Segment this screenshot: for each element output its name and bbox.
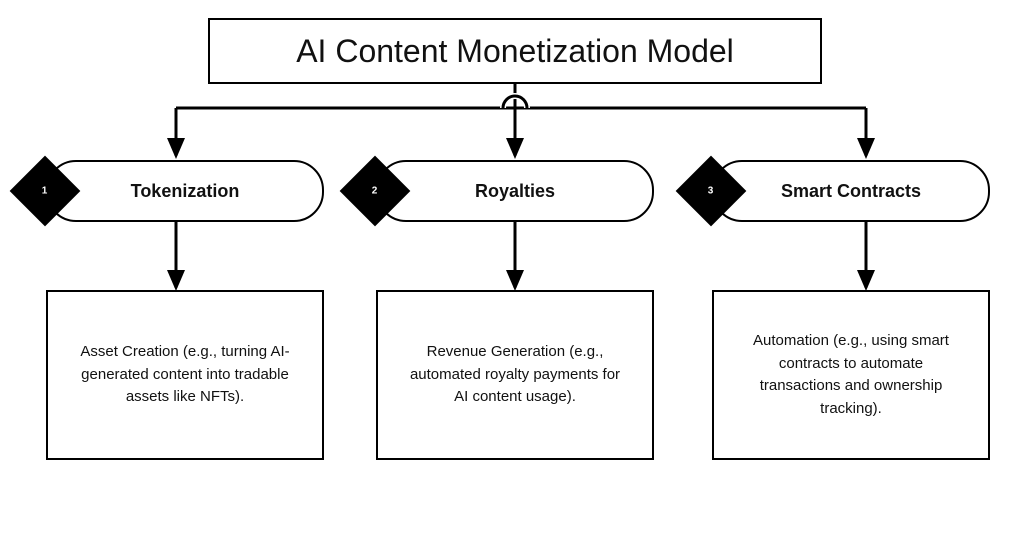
pill-label: Royalties xyxy=(475,181,555,202)
desc-text: Revenue Generation (e.g., automated roya… xyxy=(408,341,622,409)
pill-smart-contracts: Smart Contracts xyxy=(712,160,990,222)
pill-label: Smart Contracts xyxy=(781,181,921,202)
diamond-number: 1 xyxy=(42,186,48,197)
desc-box-smart-contracts: Automation (e.g., using smart contracts … xyxy=(712,290,990,460)
desc-text: Asset Creation (e.g., turning AI-generat… xyxy=(78,341,292,409)
diamond-number: 3 xyxy=(708,186,714,197)
desc-text: Automation (e.g., using smart contracts … xyxy=(744,330,958,420)
pill-tokenization: Tokenization xyxy=(46,160,324,222)
diamond-number: 2 xyxy=(372,186,378,197)
main-title: AI Content Monetization Model xyxy=(296,33,734,70)
desc-box-tokenization: Asset Creation (e.g., turning AI-generat… xyxy=(46,290,324,460)
desc-box-royalties: Revenue Generation (e.g., automated roya… xyxy=(376,290,654,460)
pill-label: Tokenization xyxy=(131,181,240,202)
main-title-box: AI Content Monetization Model xyxy=(208,18,822,84)
pill-royalties: Royalties xyxy=(376,160,654,222)
